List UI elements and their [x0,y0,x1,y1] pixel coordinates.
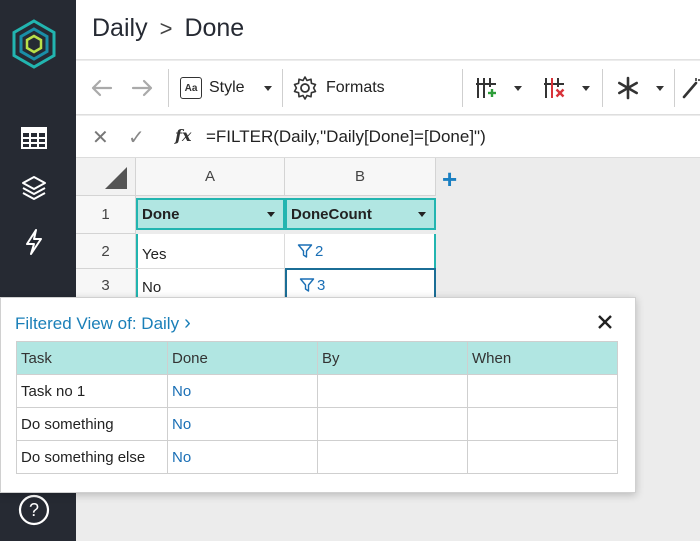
add-column-button[interactable]: + [442,164,457,195]
filtered-view-popup: Filtered View of: Daily › Task Done By W… [0,297,636,493]
freeze-button[interactable] [616,61,664,115]
filter-link[interactable]: 3 [291,277,325,294]
column-header-b[interactable]: B [285,158,436,196]
help-glyph: ? [29,500,39,520]
table-row[interactable]: Do something No [16,407,618,441]
app-root: ? Daily > Done Aa Style Formats ✕ ✓ fx =… [0,0,700,541]
by-cell [317,440,468,474]
cell-text: Done [142,205,180,223]
cell-text: No [142,278,162,296]
cell-b2[interactable]: 2 [285,234,436,269]
close-icon[interactable] [597,314,613,330]
table-header-row: Task Done By When [16,341,618,375]
popup-title-link[interactable]: Filtered View of: Daily › [15,312,191,335]
breadcrumb-parent[interactable]: Daily [92,14,148,43]
insert-column-button[interactable] [474,61,522,115]
column-title-done[interactable]: Done [136,198,285,230]
task-cell: Task no 1 [16,374,168,408]
toolbar-divider [168,69,169,107]
chevron-down-icon [656,85,664,91]
chevron-right-icon: > [159,15,173,41]
popup-title: Filtered View of: Daily [15,313,180,333]
formats-button[interactable]: Formats [292,61,385,115]
style-icon: Aa [180,77,202,99]
fx-icon: fx [175,126,192,145]
cell-text: Yes [142,245,167,263]
toolbar-divider [602,69,603,107]
cell-text: 3 [317,276,326,294]
cell-a2[interactable]: Yes [136,234,285,269]
done-link[interactable]: No [167,407,318,441]
lightning-icon[interactable] [20,228,48,256]
filtered-records-table: Task Done By When Task no 1 No Do someth… [16,341,618,474]
style-button[interactable]: Aa Style [180,61,272,115]
undo-icon [91,79,113,97]
formats-label: Formats [326,79,385,96]
snowflake-icon [617,76,639,100]
undo-button[interactable] [90,61,114,115]
column-menu-caret-icon[interactable] [418,211,426,217]
page-header: Daily > Done [76,0,700,60]
delete-column-button[interactable] [542,61,590,115]
toolbar-divider [674,69,675,107]
magic-wand-button[interactable] [682,61,700,115]
done-link[interactable]: No [167,440,318,474]
page-title: Done [184,14,245,42]
corner-triangle-icon [105,167,127,189]
column-title-donecount[interactable]: DoneCount [285,198,436,230]
task-cell: Do something else [16,440,168,474]
chevron-right-icon: › [184,312,191,334]
row-header-1[interactable]: 1 [76,196,136,234]
accept-formula-button[interactable]: ✓ [128,125,145,150]
cancel-formula-button[interactable]: ✕ [92,125,109,150]
style-label: Style [209,79,245,96]
when-cell [467,440,618,474]
done-link[interactable]: No [167,374,318,408]
cell-text: DoneCount [291,205,372,223]
grid-view-icon[interactable] [20,124,48,152]
when-cell [467,407,618,441]
gear-icon [293,76,317,100]
column-menu-caret-icon[interactable] [267,211,275,217]
cell-text: 2 [315,242,324,260]
task-cell: Do something [16,407,168,441]
table-header-when: When [467,341,618,375]
row-header-2[interactable]: 2 [76,234,136,269]
magic-wand-icon [682,78,700,99]
filter-link[interactable]: 2 [289,243,323,260]
column-header-a[interactable]: A [136,158,285,196]
redo-icon [131,79,153,97]
layers-icon[interactable] [20,175,48,203]
table-row[interactable]: Do something else No [16,440,618,474]
help-icon[interactable]: ? [18,494,50,526]
delete-column-icon [544,78,565,98]
formula-bar: ✕ ✓ fx =FILTER(Daily,"Daily[Done]=[Done]… [76,116,700,158]
table-header-task: Task [16,341,168,375]
toolbar-divider [282,69,283,107]
toolbar: Aa Style Formats [76,61,700,115]
when-cell [467,374,618,408]
filter-icon [299,278,315,292]
insert-column-icon [476,78,496,98]
toolbar-divider [462,69,463,107]
by-cell [317,374,468,408]
breadcrumb: Daily > Done [92,14,244,43]
chevron-down-icon [263,85,272,91]
chevron-down-icon [582,85,590,91]
filter-icon [297,244,313,258]
table-header-by: By [317,341,468,375]
logo-icon[interactable] [11,19,57,69]
table-row[interactable]: Task no 1 No [16,374,618,408]
chevron-down-icon [514,85,522,91]
formula-input[interactable]: =FILTER(Daily,"Daily[Done]=[Done]") [206,127,486,147]
redo-button[interactable] [130,61,154,115]
table-header-done: Done [167,341,318,375]
select-all-corner[interactable] [76,158,136,196]
by-cell [317,407,468,441]
